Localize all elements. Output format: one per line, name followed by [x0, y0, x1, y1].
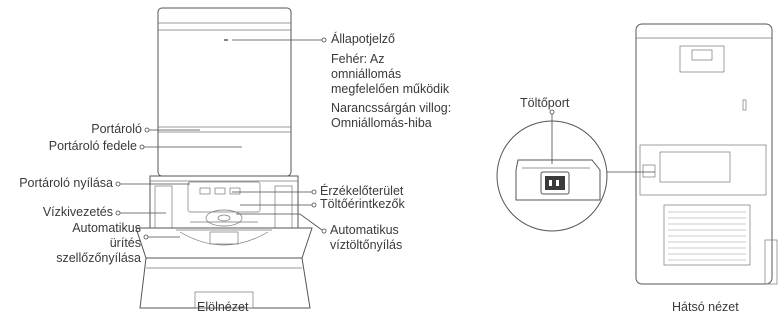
caption-rear-view: Hátsó nézet — [672, 300, 739, 314]
label-charging-contacts: Töltőérintkezők — [320, 197, 405, 211]
label-status-orange: Narancssárgán villog: Omniállomás-hiba — [331, 101, 452, 130]
label-auto-empty-vent: Automatikus ürítés szellőzőnyílása — [56, 221, 141, 265]
label-water-outlet: Vízkivezetés — [42, 205, 113, 219]
label-status-white: Fehér: Az omniállomás megfelelően működi… — [331, 52, 450, 96]
label-dust-bin-lid: Portároló fedele — [48, 139, 137, 153]
label-status-indicator: Állapotjelző — [331, 32, 395, 46]
label-auto-refill: Automatikus víztöltőnyílás — [330, 223, 403, 252]
diagram-stage: Állapotjelző Fehér: Az omniállomás megfe… — [0, 0, 779, 319]
rear-station-illustration — [635, 23, 778, 285]
caption-front-view: Elölnézet — [197, 300, 249, 314]
front-station-illustration — [135, 7, 313, 309]
label-charging-port: Töltőport — [520, 96, 570, 110]
product-diagram — [115, 7, 778, 309]
label-dust-bin: Portároló — [91, 122, 142, 136]
charging-port-zoom — [496, 109, 655, 232]
label-dust-bin-opening: Portároló nyílása — [19, 176, 113, 190]
